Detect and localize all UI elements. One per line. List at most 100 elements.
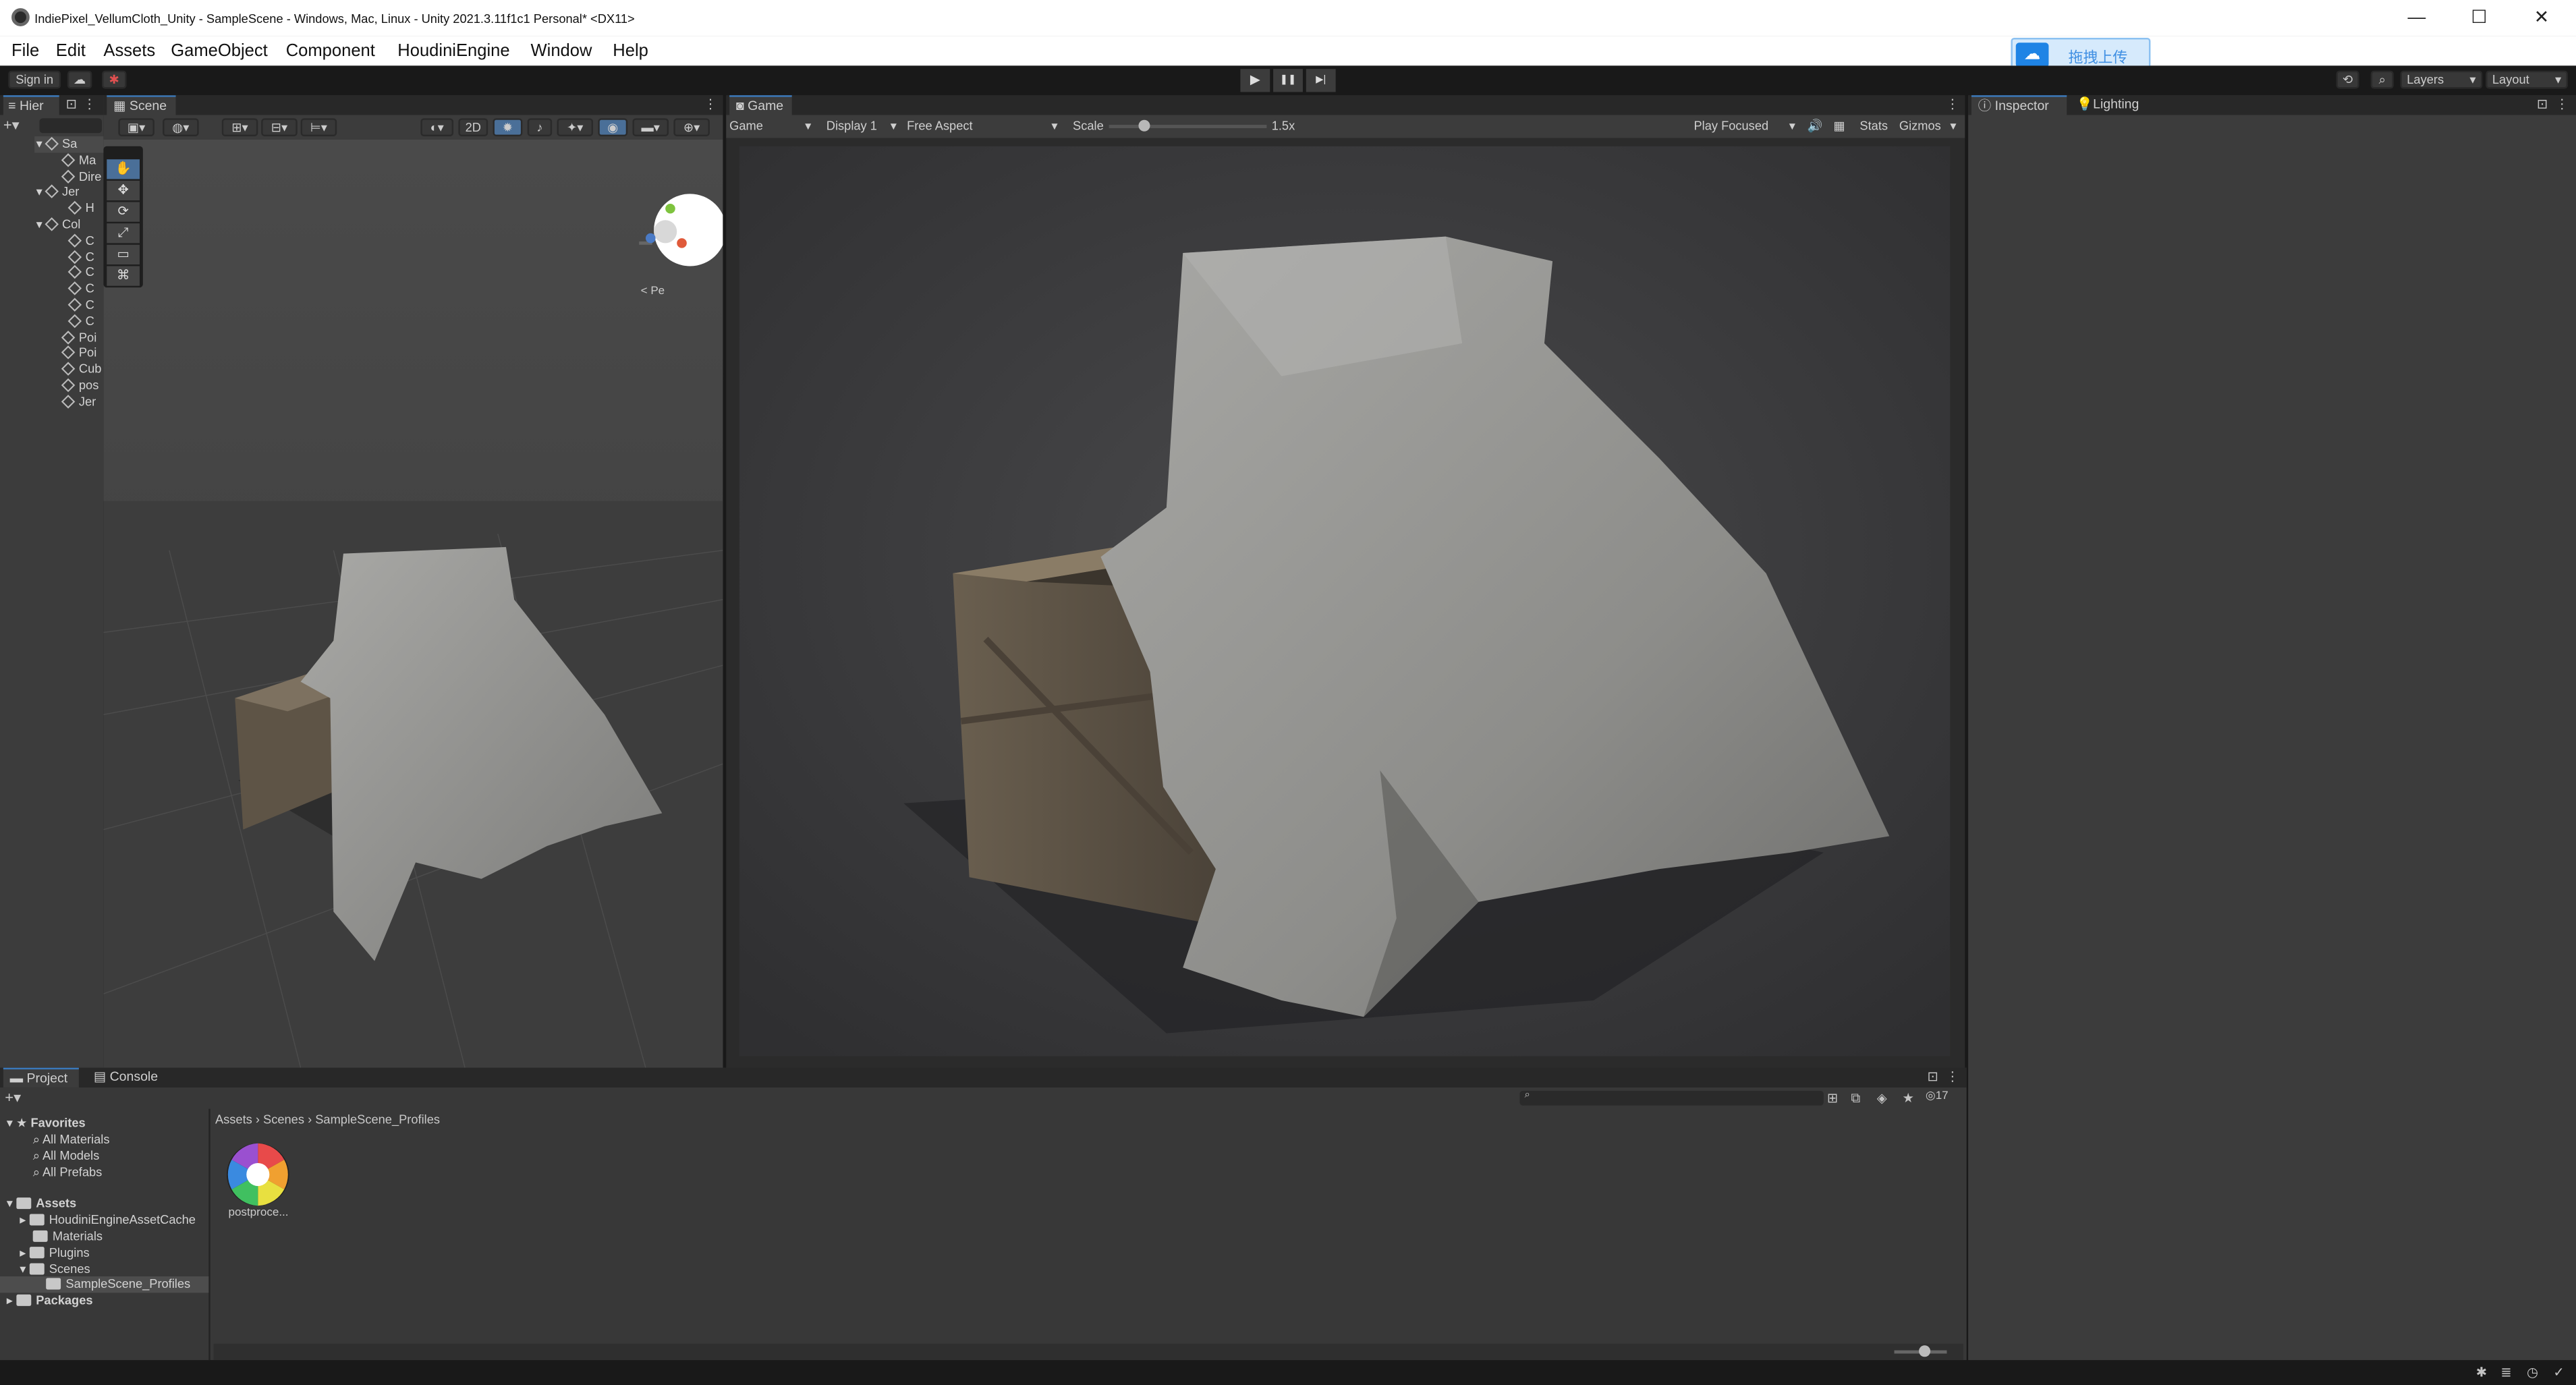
pause-button[interactable]: ❚❚ <box>1273 69 1303 92</box>
favorites-header[interactable]: ▾ ★ Favorites <box>7 1115 86 1131</box>
more-icon[interactable]: ⋮ <box>702 95 720 113</box>
gizmos-dropdown[interactable]: ⊕▾ <box>673 118 710 137</box>
hierarchy-item[interactable]: H <box>67 201 94 217</box>
more-icon[interactable]: ⋮ <box>80 95 99 113</box>
mute-audio-icon[interactable]: 🔊 <box>1808 118 1823 133</box>
align-dropdown[interactable]: ⊨▾ <box>300 118 337 137</box>
folder-scenes[interactable]: ▾ Scenes <box>20 1262 90 1278</box>
hierarchy-item[interactable]: Poi <box>61 345 96 362</box>
tag-icon[interactable]: ◈ <box>1873 1089 1891 1107</box>
gizmo-y-axis[interactable] <box>665 203 675 214</box>
hierarchy-item[interactable]: ▾ Sa <box>36 136 78 152</box>
minimize-button[interactable]: — <box>2395 3 2438 33</box>
tab-lighting[interactable]: 💡Lighting <box>2073 95 2156 115</box>
menu-help[interactable]: Help <box>613 41 648 61</box>
add-object-button[interactable]: +▾ <box>3 117 36 135</box>
layout-dropdown[interactable]: Layout ▾ <box>2486 70 2568 89</box>
transform-tool-icon[interactable]: ⌘ <box>107 266 140 286</box>
tab-game[interactable]: ◙ Game <box>729 95 792 115</box>
packages-header[interactable]: ▸ Packages <box>7 1293 93 1309</box>
hierarchy-item[interactable]: Ma <box>61 152 96 169</box>
search-by-label-icon[interactable]: ⧉ <box>1847 1089 1865 1107</box>
effects-dropdown[interactable]: ✦▾ <box>557 118 594 137</box>
game-mode-dropdown[interactable]: Game ▾ <box>729 118 812 133</box>
gizmo-z-axis[interactable] <box>645 233 656 244</box>
favorite-all-materials[interactable]: ⌕ All Materials <box>33 1132 110 1148</box>
keyboard-shortcuts-icon[interactable]: ▦ <box>1833 118 1845 133</box>
stats-button[interactable]: Stats <box>1859 118 1888 133</box>
lighting-toggle-icon[interactable]: ✹ <box>493 118 523 137</box>
maximize-button[interactable]: ☐ <box>2458 3 2500 33</box>
menu-window[interactable]: Window <box>531 41 592 61</box>
tab-scene[interactable]: ▦ Scene <box>107 95 176 115</box>
chevron-down-icon[interactable]: ▾ <box>36 136 43 151</box>
lock-icon[interactable]: ⊡ <box>63 95 81 113</box>
folder-plugins[interactable]: ▸ Plugins <box>20 1245 89 1262</box>
hierarchy-item[interactable]: C <box>67 314 94 330</box>
scale-slider[interactable] <box>1109 119 1267 132</box>
play-button[interactable]: ▶ <box>1240 69 1270 92</box>
checkmark-icon[interactable]: ✓ <box>2550 1363 2568 1382</box>
gizmo-x-axis[interactable] <box>677 238 687 248</box>
draw-mode-dropdown[interactable]: ▣▾ <box>118 118 155 137</box>
progress-icon[interactable]: ◷ <box>2523 1363 2542 1382</box>
tab-inspector[interactable]: ⓘ Inspector <box>1971 95 2067 115</box>
hierarchy-item[interactable]: ▾ Col <box>36 217 81 233</box>
scene-view[interactable]: ▦ Scene ⋮ ▣▾ ◍▾ ⊞▾ ⊟▾ ⊨▾ ◐▾ 2D ✹ ♪ ✦▾ ◉ … <box>103 95 723 1068</box>
create-asset-button[interactable]: +▾ <box>5 1089 38 1107</box>
tab-project[interactable]: ▬ Project <box>3 1067 79 1087</box>
tab-hierarchy[interactable]: ≡ Hier <box>3 95 59 115</box>
scale-tool-icon[interactable]: ⤢ <box>107 223 140 244</box>
chevron-down-icon[interactable]: ▾ <box>36 185 43 200</box>
play-focused-dropdown[interactable]: Play Focused ▾ <box>1693 118 1799 133</box>
hierarchy-item[interactable]: ▾ Jer <box>36 185 80 201</box>
icon-size-thumb[interactable] <box>1919 1345 1931 1357</box>
hand-tool-icon[interactable]: ✋ <box>107 159 140 179</box>
folder-houdiniengineassetcache[interactable]: ▸ HoudiniEngineAssetCache <box>20 1212 196 1228</box>
more-icon[interactable]: ⋮ <box>1944 95 1962 113</box>
search-icon[interactable]: ⌕ <box>2370 70 2394 89</box>
hierarchy-item[interactable]: pos <box>61 378 99 394</box>
hierarchy-item[interactable]: C <box>67 265 94 281</box>
breadcrumb-current[interactable]: SampleScene_Profiles <box>315 1112 440 1127</box>
breadcrumb-assets[interactable]: Assets <box>215 1112 252 1127</box>
hierarchy-item[interactable]: Poi <box>61 329 96 345</box>
scale-slider-thumb[interactable] <box>1138 119 1150 132</box>
lock-icon[interactable]: ⊡ <box>2533 95 2552 113</box>
search-by-type-icon[interactable]: ⊞ <box>1824 1089 1842 1107</box>
assets-header[interactable]: ▾ Assets <box>7 1196 76 1212</box>
hidden-packages-toggle[interactable]: ◎17 <box>1926 1089 1949 1102</box>
camera-dropdown[interactable]: ▬▾ <box>632 118 669 137</box>
audio-toggle-icon[interactable]: ♪ <box>527 118 553 137</box>
history-icon[interactable]: ⟲ <box>2336 70 2359 89</box>
favorite-star-icon[interactable]: ★ <box>1899 1089 1917 1107</box>
collab-icon[interactable]: ✱ <box>101 70 127 89</box>
cloud-services-icon[interactable]: ☁ <box>67 70 92 89</box>
scene-viewport[interactable]: < Pe <box>103 139 723 1068</box>
snap-increment-dropdown[interactable]: ⊟▾ <box>261 118 298 137</box>
layers-dropdown[interactable]: Layers ▾ <box>2400 70 2483 89</box>
menu-file[interactable]: File <box>11 41 39 61</box>
menu-assets[interactable]: Assets <box>103 41 155 61</box>
gizmo-projection-label[interactable]: < Pe <box>641 284 665 297</box>
more-icon[interactable]: ⋮ <box>1944 1068 1962 1086</box>
display-dropdown[interactable]: Display 1 ▾ <box>827 118 902 133</box>
debug-bug-icon[interactable]: ✱ <box>2473 1363 2491 1382</box>
hierarchy-search-input[interactable] <box>39 118 102 134</box>
hierarchy-item[interactable]: Dire <box>61 169 101 185</box>
folder-samplescene-profiles[interactable]: SampleScene_Profiles <box>46 1276 190 1293</box>
hierarchy-item[interactable]: C <box>67 281 94 298</box>
tab-console[interactable]: ▤ Console <box>88 1068 164 1087</box>
menu-houdiniengine[interactable]: HoudiniEngine <box>397 41 509 61</box>
folder-materials[interactable]: Materials <box>32 1228 103 1245</box>
shading-dropdown[interactable]: ◐▾ <box>420 118 454 137</box>
more-icon[interactable]: ⋮ <box>2553 95 2571 113</box>
game-viewport[interactable] <box>739 146 1951 1056</box>
aspect-dropdown[interactable]: Free Aspect ▾ <box>907 118 1065 133</box>
hidden-objects-icon[interactable]: ◉ <box>598 118 628 137</box>
grid-snap-dropdown[interactable]: ⊞▾ <box>221 118 258 137</box>
gizmos-dropdown[interactable]: Gizmos ▾ <box>1899 118 1962 133</box>
menu-component[interactable]: Component <box>286 41 375 61</box>
render-mode-dropdown[interactable]: ◍▾ <box>163 118 199 137</box>
hierarchy-item[interactable]: Jer <box>61 394 96 410</box>
